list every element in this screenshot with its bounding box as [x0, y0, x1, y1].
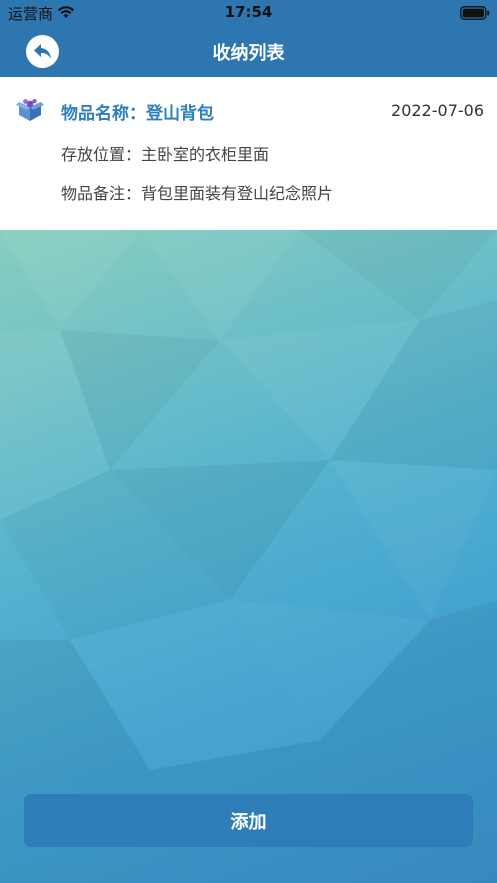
status-bar: 运营商 17:54 — [0, 0, 497, 26]
item-name-value: 登山背包 — [146, 104, 214, 124]
item-date: 2022-07-06 — [391, 101, 484, 120]
nav-bar: 收纳列表 — [0, 26, 497, 77]
battery-icon — [460, 5, 490, 20]
add-button[interactable]: 添加 — [24, 794, 473, 847]
list-item[interactable]: 物品名称：登山背包 2022-07-06 存放位置：主卧室的衣柜里面 物品备注：… — [0, 77, 497, 230]
item-location-label: 存放位置： — [61, 145, 142, 164]
item-note-label: 物品备注： — [61, 184, 142, 203]
item-location-value: 主卧室的衣柜里面 — [141, 145, 270, 164]
page-title: 收纳列表 — [212, 43, 285, 64]
status-time: 17:54 — [224, 3, 273, 21]
item-note-value: 背包里面装有登山纪念照片 — [141, 184, 334, 203]
item-name-label: 物品名称： — [61, 104, 146, 124]
item-location-row: 存放位置：主卧室的衣柜里面 — [61, 141, 269, 165]
item-note-row: 物品备注：背包里面装有登山纪念照片 — [61, 180, 333, 204]
header: 运营商 17:54 收纳列表 — [0, 0, 497, 77]
app-screen: 运营商 17:54 收纳列表 物品名称：登山背包 2022-07-06 存放位置… — [0, 0, 497, 883]
box-icon — [16, 98, 44, 124]
item-name-row: 物品名称：登山背包 — [61, 99, 214, 124]
